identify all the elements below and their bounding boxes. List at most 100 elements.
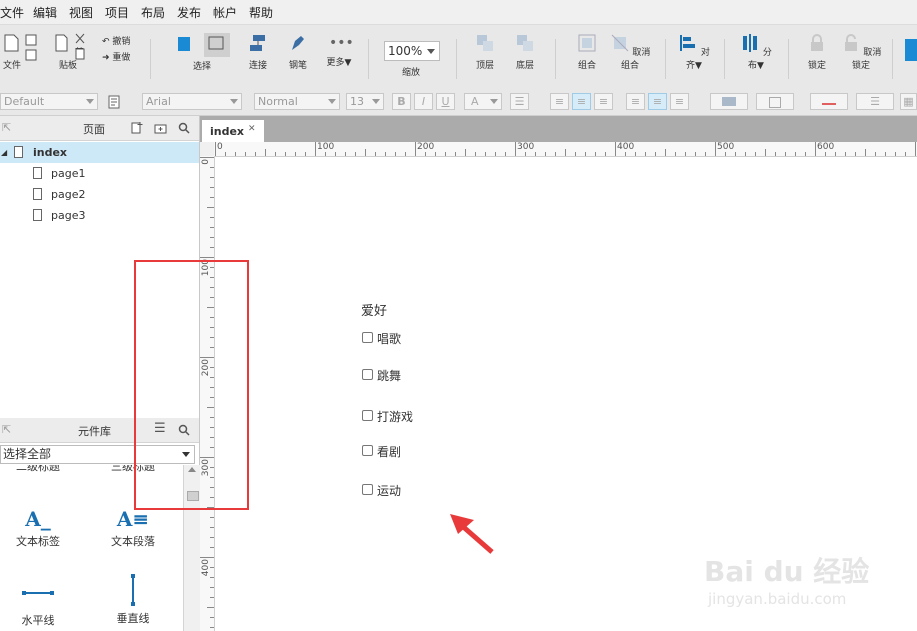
group-icon — [578, 34, 596, 52]
tab-bar: index ✕ — [200, 116, 917, 142]
align-button[interactable]: 对齐▼ — [676, 33, 712, 71]
page-tree-item-index[interactable]: ◢ index — [0, 142, 199, 163]
connect-tool[interactable]: 连接 — [244, 33, 272, 71]
underline-button[interactable]: U — [436, 93, 455, 110]
widget-text-paragraph[interactable]: A≡ 文本段落 — [105, 507, 161, 549]
align-left-icon[interactable]: ≡ — [550, 93, 569, 110]
zoom-select[interactable]: 100% — [384, 41, 440, 61]
page-tree-item[interactable]: page3 — [0, 205, 199, 226]
page-icon — [33, 167, 42, 179]
main-toolbar: 文件 剪贴板 ↶ 撤销 ➜ 重做 选择 连接 钢笔 ••• 更多▼ 100% — [0, 25, 917, 90]
file-button[interactable]: 文件 — [0, 33, 24, 71]
group-button[interactable]: 组合 — [572, 33, 602, 71]
valign-top-icon[interactable]: ≡ — [626, 93, 645, 110]
collapse-icon[interactable]: ⇱ — [2, 121, 11, 134]
search-icon[interactable] — [178, 122, 190, 134]
watermark-logo: Bai du 经验 — [704, 555, 870, 588]
menu-publish[interactable]: 发布 — [177, 4, 201, 21]
checkbox-box[interactable] — [362, 484, 373, 495]
chevron-down-icon — [372, 99, 380, 104]
save-icon[interactable] — [24, 33, 38, 63]
more-tools-button[interactable]: ••• 更多▼ — [322, 33, 356, 68]
pen-tool[interactable]: 钢笔 — [284, 33, 312, 71]
collapse-icon[interactable]: ⇱ — [2, 423, 11, 436]
horizontal-line-icon — [22, 591, 54, 595]
italic-button[interactable]: I — [414, 93, 433, 110]
tab-index[interactable]: index ✕ — [202, 120, 264, 142]
bullet-list-icon[interactable]: ☰ — [510, 93, 529, 110]
unlock-button[interactable]: 取消锁定 — [840, 33, 882, 71]
fill-swatch-icon — [722, 97, 736, 106]
connector-icon — [250, 35, 265, 51]
shadow-button[interactable] — [756, 93, 794, 110]
pen-icon — [292, 36, 304, 50]
distribute-icon — [743, 34, 758, 52]
format-bar: Default Arial Normal 13 B I U A ☰ ≡ ≡ ≡ … — [0, 89, 917, 116]
font-size-select[interactable]: 13 — [346, 93, 384, 110]
add-page-icon[interactable] — [131, 122, 143, 134]
distribute-button[interactable]: 分布▼ — [738, 33, 774, 71]
bold-button[interactable]: B — [392, 93, 411, 110]
menu-view[interactable]: 视图 — [69, 4, 93, 21]
chevron-down-icon — [328, 99, 336, 104]
library-panel-title: 元件库 — [78, 425, 111, 438]
checkbox-box[interactable] — [362, 410, 373, 421]
bring-front-icon — [477, 35, 493, 51]
unlock-icon — [844, 34, 857, 51]
checkbox-box[interactable] — [362, 445, 373, 456]
file-icon — [4, 34, 19, 52]
menu-edit[interactable]: 编辑 — [33, 4, 57, 21]
line-style-button[interactable]: ▦ — [900, 93, 917, 110]
widget-text-label[interactable]: A_ 文本标签 — [10, 507, 66, 549]
redo-button[interactable]: ➜ 重做 — [102, 50, 130, 63]
highlight-box — [134, 260, 249, 510]
lock-icon — [811, 34, 823, 51]
menu-account[interactable]: 帐户 — [213, 4, 237, 21]
line-width-button[interactable]: ☰ — [856, 93, 894, 110]
menu-file[interactable]: 文件 — [0, 4, 24, 21]
font-weight-select[interactable]: Normal — [254, 93, 340, 110]
widget-label: 二级标题 — [16, 465, 60, 473]
line-color-button[interactable] — [810, 93, 848, 110]
fill-color-button[interactable] — [710, 93, 748, 110]
style-editor-icon[interactable] — [108, 95, 122, 109]
expand-triangle-icon[interactable]: ◢ — [1, 142, 7, 163]
page-icon — [33, 188, 42, 200]
ungroup-icon — [611, 34, 628, 52]
valign-bottom-icon[interactable]: ≡ — [670, 93, 689, 110]
widget-vertical-line[interactable]: 垂直线 — [105, 573, 161, 626]
redo-icon: ➜ — [102, 53, 110, 63]
widget-horizontal-line[interactable]: 水平线 — [10, 581, 66, 628]
style-select[interactable]: Default — [0, 93, 98, 110]
share-icon[interactable] — [905, 39, 917, 61]
undo-button[interactable]: ↶ 撤销 — [102, 34, 130, 47]
checkbox-box[interactable] — [362, 332, 373, 343]
text-paragraph-icon: A≡ — [116, 507, 150, 531]
checkbox-box[interactable] — [362, 369, 373, 380]
send-to-back-button[interactable]: 底层 — [510, 33, 540, 71]
cut-icon[interactable] — [73, 32, 87, 62]
page-tree-item[interactable]: page1 — [0, 163, 199, 184]
add-folder-icon[interactable] — [154, 122, 167, 134]
align-center-icon[interactable]: ≡ — [572, 93, 591, 110]
horizontal-ruler: 0 100 200 300 400 500 600 — [214, 142, 917, 157]
font-family-select[interactable]: Arial — [142, 93, 242, 110]
menu-layout[interactable]: 布局 — [141, 4, 165, 21]
bring-to-front-button[interactable]: 顶层 — [470, 33, 500, 71]
page-tree-item[interactable]: page2 — [0, 184, 199, 205]
close-icon[interactable]: ✕ — [248, 124, 256, 134]
menu-help[interactable]: 帮助 — [249, 4, 273, 21]
menu-bar: 文件 编辑 视图 项目 布局 发布 帐户 帮助 — [0, 0, 917, 25]
chevron-down-icon — [86, 99, 94, 104]
chevron-down-icon — [490, 99, 498, 104]
valign-middle-icon[interactable]: ≡ — [648, 93, 667, 110]
text-label-icon: A_ — [25, 507, 51, 531]
font-color-button[interactable]: A — [464, 93, 502, 110]
select-tool[interactable]: 选择 — [170, 33, 234, 72]
annotation-arrow-icon — [450, 514, 494, 554]
align-right-icon[interactable]: ≡ — [594, 93, 613, 110]
ungroup-button[interactable]: 取消组合 — [608, 33, 652, 71]
more-icon: ••• — [329, 35, 354, 51]
lock-button[interactable]: 锁定 — [802, 33, 832, 71]
menu-project[interactable]: 项目 — [105, 4, 129, 21]
